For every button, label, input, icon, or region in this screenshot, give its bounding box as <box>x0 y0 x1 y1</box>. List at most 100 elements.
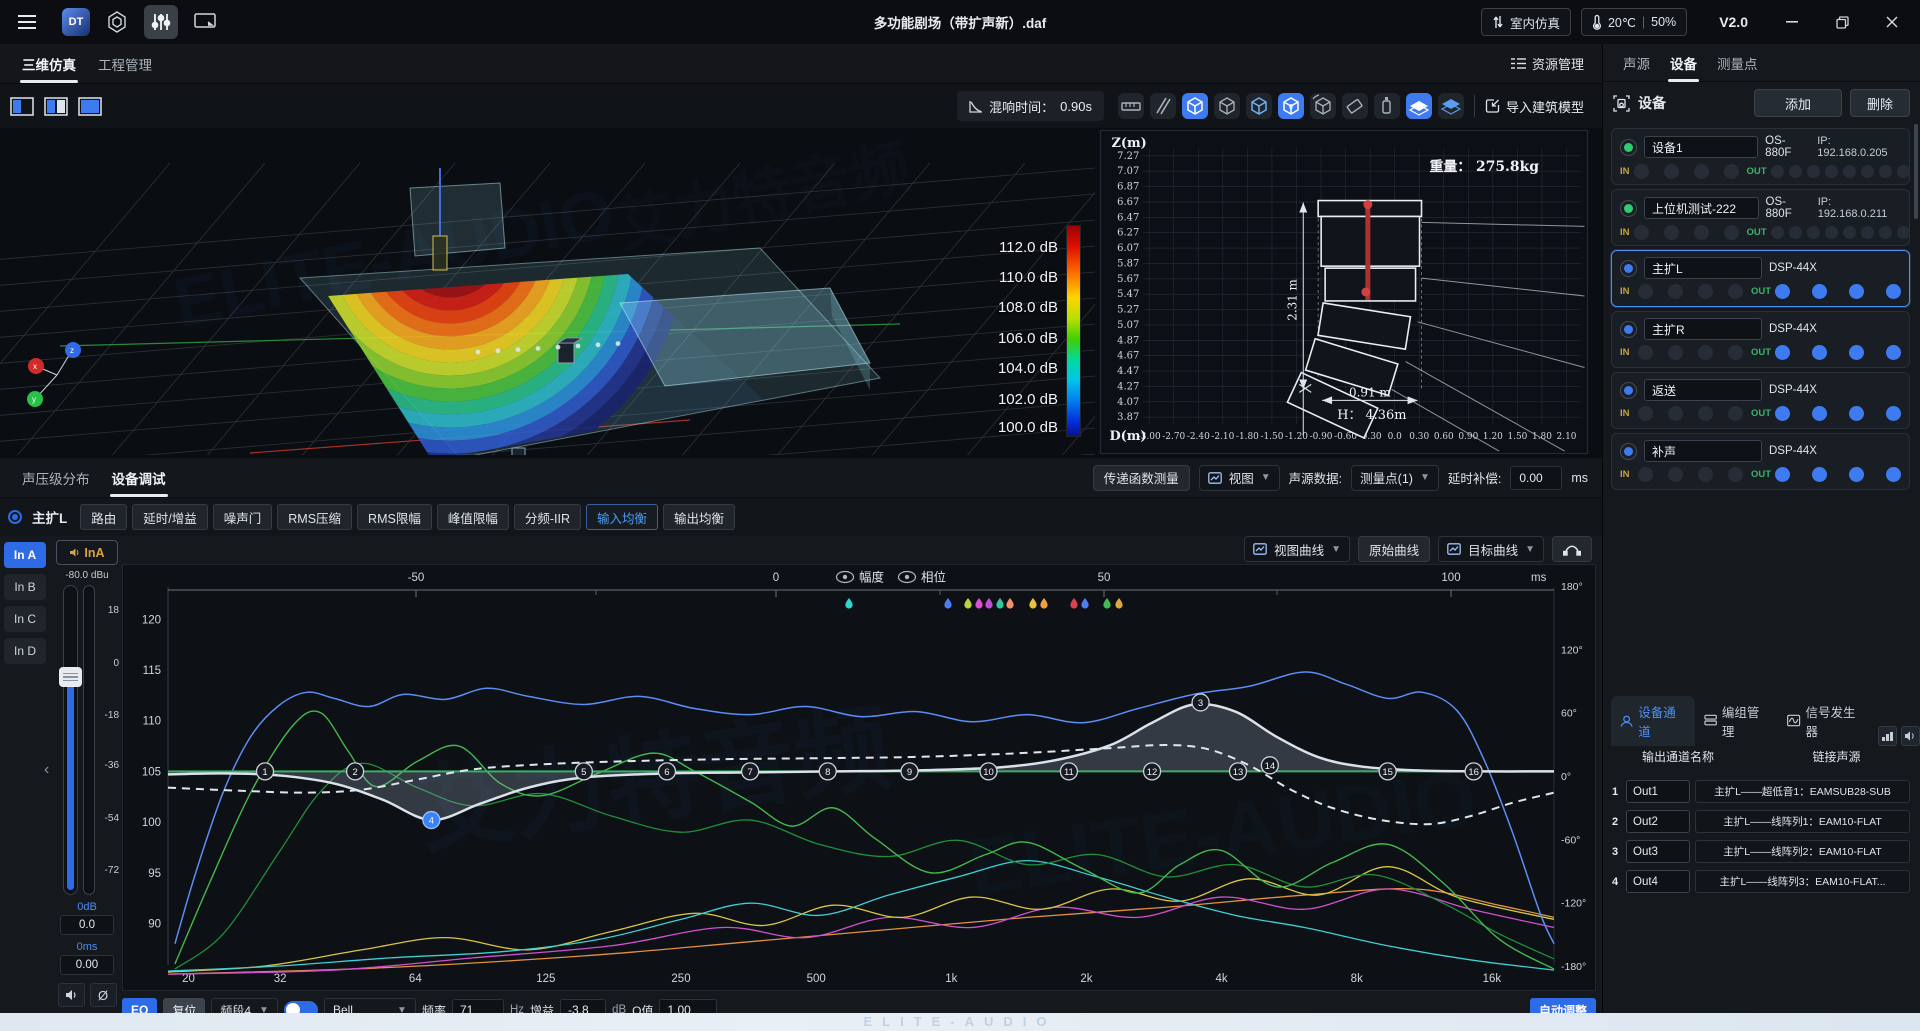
eq-band-handle-12[interactable]: 12 <box>1142 762 1162 781</box>
linked-source-select[interactable]: 主扩L——线阵列1：EAM10-FLAT <box>1695 810 1910 833</box>
eq-chart[interactable]: 艾力特音频ELITE-AUDIO-50050100ms幅度相位120115110… <box>122 564 1596 991</box>
dsp-tab-1[interactable]: 延时/增益 <box>132 504 208 530</box>
measure-point-marker[interactable] <box>1103 598 1111 609</box>
main-tab-1[interactable]: 工程管理 <box>98 45 152 83</box>
environment-indicator[interactable]: 20℃ | 50% <box>1580 8 1688 36</box>
strip-channel-tab[interactable]: InA <box>56 540 118 565</box>
measure-point-marker[interactable] <box>1040 598 1048 609</box>
eq-band-handle-6[interactable]: 6 <box>657 762 677 781</box>
measure-point-marker[interactable] <box>964 598 972 609</box>
eq-band-handle-14[interactable]: 14 <box>1260 756 1280 775</box>
eq-band-handle-7[interactable]: 7 <box>740 762 760 781</box>
meter-view-icon[interactable] <box>1877 726 1897 746</box>
delay-compensation-input[interactable]: 0.00 <box>1510 465 1563 490</box>
device-name-input[interactable]: 上位机测试-222 <box>1644 197 1759 219</box>
input-select-in-b[interactable]: In B <box>4 574 46 600</box>
device-card-4[interactable]: 返送 DSP-44X IN OUT <box>1611 372 1910 429</box>
phase-invert-button[interactable]: Ø <box>89 983 117 1007</box>
eq-band-handle-13[interactable]: 13 <box>1228 762 1248 781</box>
device-card-2[interactable]: 主扩L DSP-44X IN OUT <box>1611 250 1910 307</box>
eq-band-handle-5[interactable]: 5 <box>574 762 593 781</box>
layers-stack-icon[interactable] <box>1437 93 1464 119</box>
target-curve-dropdown[interactable]: 目标曲线 ▼ <box>1438 536 1544 562</box>
output-name-input[interactable]: Out1 <box>1626 780 1690 803</box>
dsp-tab-6[interactable]: 分频-IIR <box>513 504 581 530</box>
eq-band-handle-11[interactable]: 11 <box>1059 762 1079 781</box>
device-card-1[interactable]: 上位机测试-222 OS-880F IP: 192.168.0.211 IN OUT <box>1611 189 1910 246</box>
mixer-icon[interactable] <box>144 5 178 39</box>
fader-handle[interactable] <box>59 667 82 687</box>
3d-view-icon[interactable] <box>100 5 134 39</box>
right-tab-2[interactable]: 测量点 <box>1717 44 1758 82</box>
dsp-tab-7[interactable]: 输入均衡 <box>585 504 658 530</box>
simulation-mode-switch[interactable]: 室内仿真 <box>1480 8 1571 36</box>
measure-point-marker[interactable] <box>1070 598 1078 609</box>
measure-point-marker[interactable] <box>975 598 983 609</box>
main-tab-0[interactable]: 三维仿真 <box>20 45 78 83</box>
channel-panel-tab-0[interactable]: 设备通道 <box>1611 696 1695 746</box>
cube-solid-icon[interactable] <box>1181 93 1208 119</box>
monitor-speaker-icon[interactable] <box>1900 726 1920 746</box>
view-dropdown[interactable]: 视图 ▼ <box>1198 464 1280 491</box>
output-name-input[interactable]: Out4 <box>1626 870 1690 893</box>
bezier-tool-button[interactable] <box>1552 536 1592 562</box>
right-tab-0[interactable]: 声源 <box>1623 44 1650 82</box>
dsp-tab-8[interactable]: 输出均衡 <box>663 504 736 530</box>
layers-panel-icon[interactable] <box>1405 93 1432 119</box>
dsp-tab-4[interactable]: RMS限幅 <box>357 504 432 530</box>
eq-band-handle-10[interactable]: 10 <box>979 762 998 781</box>
dsp-tab-3[interactable]: RMS压缩 <box>277 504 353 530</box>
view-curve-dropdown[interactable]: 视图曲线 ▼ <box>1244 536 1351 562</box>
restore-button[interactable] <box>1822 7 1862 37</box>
view-layout-2-icon[interactable] <box>44 96 68 116</box>
delete-device-button[interactable]: 删除 <box>1850 89 1910 117</box>
add-device-button[interactable]: 添加 <box>1754 89 1842 117</box>
hamburger-menu-icon[interactable] <box>10 5 44 39</box>
dsp-tab-0[interactable]: 路由 <box>80 504 128 530</box>
device-card-3[interactable]: 主扩R DSP-44X IN OUT <box>1611 311 1910 368</box>
measure-point-marker[interactable] <box>944 598 952 609</box>
eq-band-handle-4[interactable]: 4 <box>422 810 441 830</box>
eq-band-handle-3[interactable]: 3 <box>1191 693 1210 712</box>
section-tab-0[interactable]: 声压级分布 <box>22 459 90 497</box>
cube-rotate-icon[interactable] <box>1309 93 1336 119</box>
import-model-button[interactable]: 导入建筑模型 <box>1485 97 1584 116</box>
view-layout-3-icon[interactable] <box>78 96 102 116</box>
original-curve-button[interactable]: 原始曲线 <box>1358 536 1431 562</box>
eq-band-handle-16[interactable]: 16 <box>1464 762 1483 781</box>
linked-source-select[interactable]: 主扩L——超低音1：EAMSUB28-SUB <box>1695 780 1910 803</box>
transfer-function-button[interactable]: 传递函数测量 <box>1092 464 1190 491</box>
device-name-input[interactable]: 设备1 <box>1644 136 1759 158</box>
collapse-panel-icon[interactable]: ‹ <box>44 761 49 779</box>
view-layout-1-icon[interactable] <box>10 96 34 116</box>
amplitude-visibility-toggle[interactable]: 幅度 <box>835 570 885 585</box>
cube-section-icon[interactable] <box>1245 93 1272 119</box>
spray-icon[interactable] <box>1373 93 1400 119</box>
input-select-in-c[interactable]: In C <box>4 606 46 632</box>
eq-band-handle-1[interactable]: 1 <box>255 762 275 781</box>
channel-panel-tab-1[interactable]: 编组管理 <box>1695 696 1779 746</box>
measure-point-marker[interactable] <box>996 598 1004 609</box>
measure-point-marker[interactable] <box>1081 598 1089 609</box>
draw-lines-icon[interactable] <box>1149 93 1176 119</box>
measure-point-dropdown[interactable]: 测量点(1) ▼ <box>1351 464 1439 491</box>
device-name-input[interactable]: 主扩R <box>1644 318 1762 340</box>
screen-share-icon[interactable] <box>188 5 222 39</box>
dsp-tab-2[interactable]: 噪声门 <box>212 504 273 530</box>
eq-band-handle-9[interactable]: 9 <box>900 762 919 781</box>
channel-panel-tab-2[interactable]: 信号发生器 <box>1778 696 1874 746</box>
device-name-input[interactable]: 主扩L <box>1644 257 1762 279</box>
eq-band-handle-15[interactable]: 15 <box>1378 762 1397 781</box>
gain-input[interactable]: 0.0 <box>60 915 114 935</box>
channel-radio[interactable] <box>8 510 22 524</box>
device-name-input[interactable]: 返送 <box>1644 379 1762 401</box>
measure-point-marker[interactable] <box>1029 598 1037 609</box>
mute-button[interactable] <box>57 983 85 1007</box>
eq-band-handle-2[interactable]: 2 <box>345 762 365 781</box>
measure-point-marker[interactable] <box>1115 598 1123 609</box>
input-select-in-a[interactable]: In A <box>4 542 46 568</box>
phase-visibility-toggle[interactable]: 相位 <box>897 570 947 585</box>
input-select-in-d[interactable]: In D <box>4 638 46 664</box>
3d-viewport[interactable]: ELITE-AUDIO艾力特音频xzy 112.0 dB110.0 dB108.… <box>0 128 1602 458</box>
eraser-icon[interactable] <box>1341 93 1368 119</box>
